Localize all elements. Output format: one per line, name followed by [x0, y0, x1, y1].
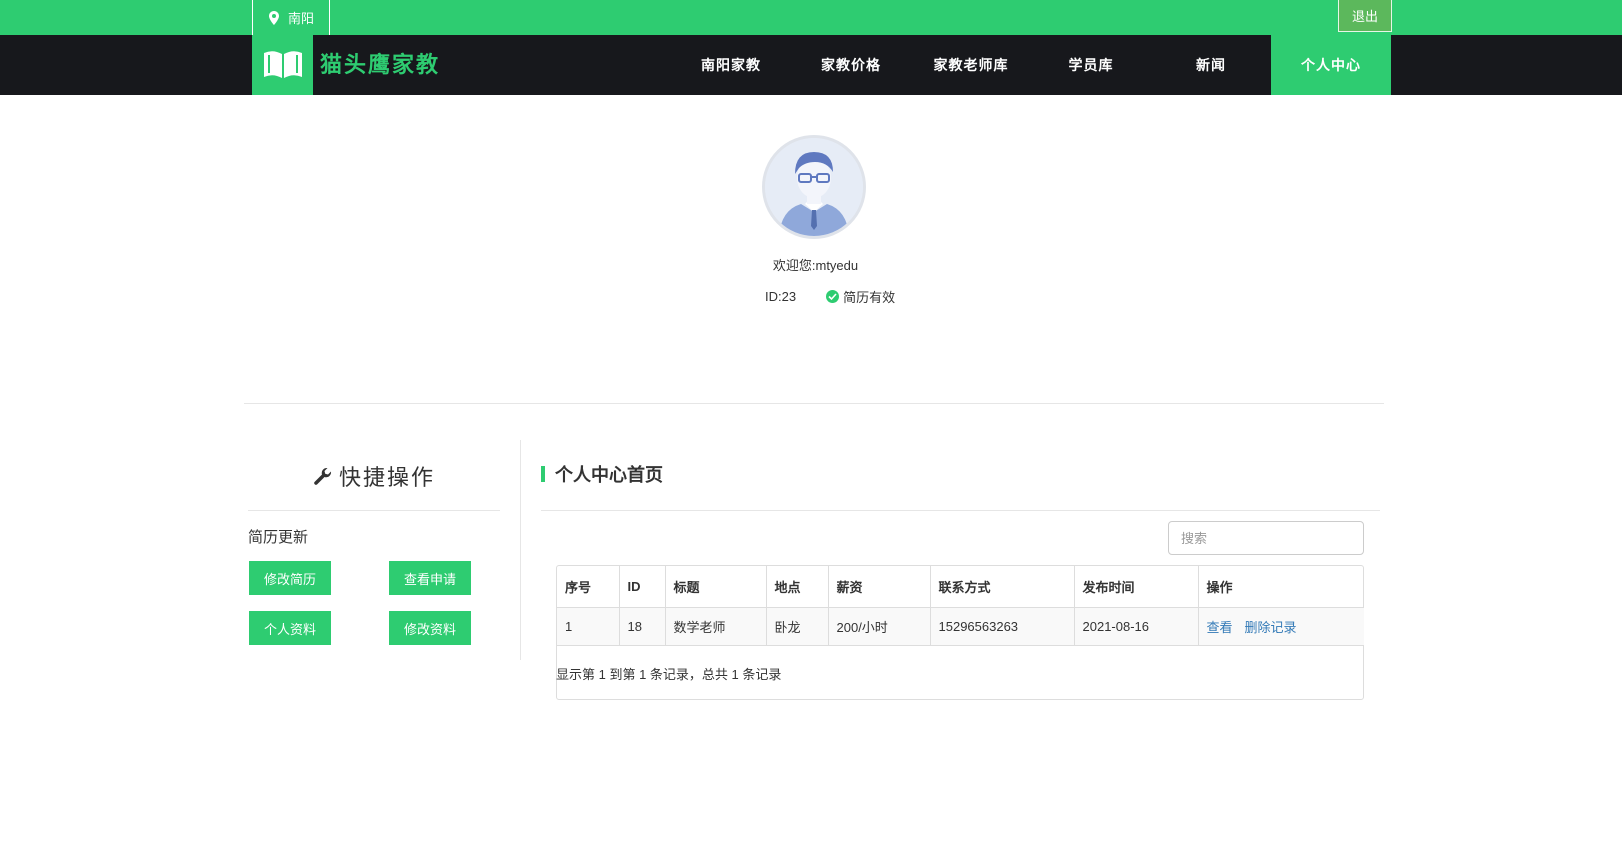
nav-item-personal-center[interactable]: 个人中心 — [1271, 35, 1391, 95]
welcome-label: 欢迎您: — [772, 258, 816, 273]
logout-button[interactable]: 退出 — [1338, 0, 1392, 32]
cell-date: 2021-08-16 — [1073, 606, 1199, 646]
user-avatar-icon — [765, 138, 863, 236]
nav-item-tutor-price[interactable]: 家教价格 — [791, 35, 911, 95]
cell-location: 卧龙 — [765, 606, 829, 646]
cell-no: 1 — [557, 606, 620, 646]
main-navbar: 猫头鹰家教 南阳家教 家教价格 家教老师库 学员库 新闻 个人中心 — [0, 35, 1622, 95]
sidebar-separator — [520, 440, 521, 660]
city-selector[interactable]: 南阳 — [252, 0, 330, 35]
edit-info-button[interactable]: 修改资料 — [389, 611, 471, 645]
sidebar-divider — [248, 510, 500, 511]
resume-update-heading: 简历更新 — [248, 529, 309, 546]
cell-salary: 200/小时 — [827, 606, 931, 646]
table-row: 1 18 数学老师 卧龙 200/小时 15296563263 2021-08-… — [557, 606, 1364, 646]
welcome-text: 欢迎您:mtyedu — [0, 255, 1622, 274]
user-id: ID:23 — [765, 289, 797, 304]
col-header-contact[interactable]: 联系方式 — [929, 566, 1075, 608]
top-strip: 南阳 退出 — [0, 0, 1622, 35]
check-circle-icon — [826, 290, 840, 303]
nav-item-teacher-library[interactable]: 家教老师库 — [911, 35, 1031, 95]
quick-actions-panel: 快捷操作 简历更新 修改简历 查看申请 个人资料 修改资料 — [248, 440, 500, 660]
view-applications-button[interactable]: 查看申请 — [389, 561, 471, 595]
col-header-date[interactable]: 发布时间 — [1073, 566, 1199, 608]
col-header-salary[interactable]: 薪资 — [827, 566, 931, 608]
personal-info-button[interactable]: 个人资料 — [249, 611, 331, 645]
pagination-info: 显示第 1 到第 1 条记录，总共 1 条记录 — [556, 667, 782, 682]
table-header-row: 序号 ID 标题 地点 薪资 联系方式 发布时间 操作 — [557, 566, 1364, 608]
resume-status: 简历有效 — [826, 287, 895, 306]
cell-title: 数学老师 — [664, 606, 767, 646]
cell-actions: 查看 删除记录 — [1197, 606, 1364, 646]
cell-contact: 15296563263 — [929, 606, 1075, 646]
nav-menu: 南阳家教 家教价格 家教老师库 学员库 新闻 个人中心 — [671, 35, 1391, 95]
col-header-id[interactable]: ID — [618, 566, 666, 608]
nav-item-student-library[interactable]: 学员库 — [1031, 35, 1151, 95]
logo[interactable] — [252, 35, 313, 95]
records-table: 序号 ID 标题 地点 薪资 联系方式 发布时间 操作 1 18 数学老师 卧龙… — [557, 566, 1364, 646]
edit-resume-button[interactable]: 修改简历 — [249, 561, 331, 595]
username: mtyedu — [815, 258, 859, 273]
location-pin-icon — [268, 10, 279, 25]
page-title: 个人中心首页 — [541, 463, 663, 485]
resume-status-label: 简历有效 — [843, 290, 896, 305]
col-header-actions: 操作 — [1197, 566, 1364, 608]
brand-name[interactable]: 猫头鹰家教 — [320, 35, 440, 95]
quick-actions-title: 快捷操作 — [248, 460, 500, 492]
title-accent-bar — [541, 466, 545, 482]
view-link[interactable]: 查看 — [1207, 620, 1233, 635]
cell-id: 18 — [618, 606, 666, 646]
avatar — [762, 135, 866, 239]
wrench-icon — [314, 467, 332, 485]
main-divider — [541, 510, 1380, 511]
nav-item-news[interactable]: 新闻 — [1151, 35, 1271, 95]
profile-meta: ID:23 简历有效 — [765, 287, 895, 306]
col-header-no[interactable]: 序号 — [557, 566, 620, 608]
col-header-location[interactable]: 地点 — [765, 566, 829, 608]
delete-record-link[interactable]: 删除记录 — [1245, 620, 1297, 635]
col-header-title[interactable]: 标题 — [664, 566, 767, 608]
page-title-text: 个人中心首页 — [555, 465, 663, 485]
city-label: 南阳 — [287, 11, 314, 26]
book-icon — [263, 51, 302, 78]
search-input[interactable] — [1168, 521, 1364, 555]
quick-actions-label: 快捷操作 — [338, 465, 435, 490]
nav-item-nanyang-tutor[interactable]: 南阳家教 — [671, 35, 791, 95]
section-divider — [244, 403, 1384, 404]
